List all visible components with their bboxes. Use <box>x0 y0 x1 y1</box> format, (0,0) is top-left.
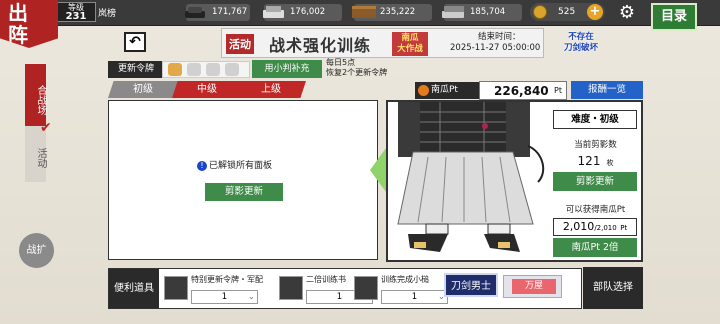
silhouette-update-button[interactable]: 剪影更新 <box>205 183 283 201</box>
token-icon <box>168 63 182 76</box>
token-slots <box>162 61 250 78</box>
item-name: 二倍训练书 <box>306 275 346 284</box>
pumpkin-pt-label: 南瓜Pt <box>415 82 479 99</box>
event-badge: 南瓜 大作战 <box>392 32 428 56</box>
gain-unit: Pt <box>620 224 628 232</box>
gain-label: 可以获得南瓜Pt <box>565 205 626 215</box>
item-name: 训练完成小槌 <box>381 275 429 284</box>
coin-icon <box>533 5 547 19</box>
item-qty: 1 <box>411 292 418 302</box>
event-banner: 活动 战术强化训练 南瓜 大作战 结束时间： 2025-11-27 05:00:0… <box>221 28 544 58</box>
mallet-icon <box>354 276 378 300</box>
menu-button[interactable]: 目录 <box>651 3 697 31</box>
sword-warriors-button[interactable]: 刀剑男士 <box>444 273 498 297</box>
shop-button[interactable]: 万屋 <box>503 275 562 298</box>
gain-value: 2,010 <box>562 220 595 233</box>
top-bar: 等级 231 岚榜 171,767 176,002 235,222 185,70… <box>0 0 720 26</box>
resource-value: 171,767 <box>212 7 248 17</box>
resource-coolant: 235,222 <box>352 4 432 21</box>
screen: 等级 231 岚榜 171,767 176,002 235,222 185,70… <box>0 0 720 324</box>
coin-counter: 525 + <box>530 3 605 21</box>
unlock-text: 已解锁所有面板 <box>209 161 273 171</box>
gear-icon[interactable]: ⚙ <box>617 3 637 23</box>
event-tag: 活动 <box>226 34 254 54</box>
item-qty: 1 <box>336 292 343 302</box>
arrow-left-icon <box>370 148 386 192</box>
item-qty: 1 <box>221 292 228 302</box>
whetstone-icon <box>442 6 464 18</box>
resource-charcoal: 171,767 <box>185 4 250 21</box>
silhouette-count-label: 当前剪影数 <box>574 140 617 150</box>
stage-panel: 难度・初级 当前剪影数 121 枚 剪影更新 可以获得南瓜Pt 2,010/2,0… <box>386 100 643 262</box>
silhouette-update-button-2[interactable]: 剪影更新 <box>553 172 637 191</box>
level-badge: 等级 231 <box>56 2 96 22</box>
resource-value: 176,002 <box>290 7 326 17</box>
fan-icon <box>164 276 188 300</box>
shop-label: 万屋 <box>512 279 556 294</box>
end-time-label: 结束时间： <box>478 32 521 42</box>
back-button[interactable]: ↶ <box>124 32 146 52</box>
resource-value: 235,222 <box>380 7 416 17</box>
player-name: 岚榜 <box>98 9 117 19</box>
coolant-icon <box>352 6 376 18</box>
level-value: 231 <box>65 11 87 22</box>
pumpkin-pt-unit: Pt <box>554 86 562 95</box>
charcoal-icon <box>185 7 205 18</box>
reward-list-button[interactable]: 报酬一览 <box>571 81 643 99</box>
item-special-token[interactable]: 特别更新令牌・军配 1 ⌄ <box>164 272 289 306</box>
silhouette-count: 121 枚 <box>550 154 641 168</box>
silhouette-count-value: 121 <box>577 154 601 168</box>
regen-line-2: 恢复2个更新令牌 <box>326 68 388 77</box>
extend-button[interactable]: 战扩 <box>19 233 54 268</box>
pumpkin-pt-text: 南瓜Pt <box>431 85 458 95</box>
quantity-stepper[interactable]: 1⌄ <box>191 290 258 304</box>
end-time: 2025-11-27 05:00:00 <box>450 43 541 53</box>
tab-advanced[interactable]: 上级 <box>236 81 306 98</box>
book-icon <box>279 276 303 300</box>
token-empty-icon <box>225 63 239 76</box>
resource-value: 185,704 <box>470 7 506 17</box>
add-coin-button[interactable]: + <box>587 4 603 20</box>
stage-stats: 难度・初级 当前剪影数 121 枚 剪影更新 可以获得南瓜Pt 2,010/2,0… <box>550 102 641 260</box>
coin-value: 525 <box>558 7 576 17</box>
pumpkin-pt-number: 226,840 <box>494 84 549 98</box>
logo-text: 出阵 <box>8 1 28 47</box>
token-regen-info: 每日5点 恢复2个更新令牌 <box>326 58 387 78</box>
pumpkin-icon <box>418 85 429 96</box>
no-break-notice: 不存在 刀剑破坏 <box>563 32 598 53</box>
tab-beginner[interactable]: 初级 <box>108 81 178 98</box>
event-title: 战术强化训练 <box>269 36 372 55</box>
silhouette-count-unit: 枚 <box>606 159 614 167</box>
check-icon: ✔ <box>40 120 52 136</box>
info-icon: ! <box>197 161 207 171</box>
token-label: 更新令牌 <box>108 61 164 78</box>
tab-intermediate[interactable]: 中级 <box>172 81 242 98</box>
gain-max: /2,010 <box>594 224 617 232</box>
pumpkin-double-button[interactable]: 南瓜Pt 2倍 <box>553 238 637 257</box>
difficulty-label: 难度・初级 <box>553 110 637 129</box>
use-koban-button[interactable]: 用小判补充 <box>252 60 322 78</box>
team-select-button[interactable]: 部队选择 <box>583 267 643 309</box>
token-empty-icon <box>187 63 201 76</box>
sword-warrior-figure <box>388 102 548 260</box>
steel-icon <box>263 6 284 18</box>
tab-battlefield[interactable]: 合战场 <box>25 64 46 128</box>
items-label: 便利道具 <box>109 269 159 308</box>
item-name: 特别更新令牌・军配 <box>191 275 263 284</box>
regen-line-1: 每日5点 <box>326 58 356 67</box>
stepper-down-icon[interactable]: ⌄ <box>248 291 255 303</box>
sortie-logo: 出阵 <box>0 0 58 48</box>
pumpkin-pt-value: 226,840 Pt <box>479 81 567 100</box>
gain-box: 2,010/2,010 Pt <box>553 218 637 236</box>
item-mallet[interactable]: 训练完成小槌 1 ⌄ <box>354 272 449 306</box>
quantity-stepper[interactable]: 1⌄ <box>381 290 448 304</box>
resource-whetstone: 185,704 <box>442 4 522 21</box>
back-arrow-icon: ↶ <box>129 34 141 50</box>
unlock-info: ! 已解锁所有面板 <box>197 158 272 171</box>
resource-steel: 176,002 <box>263 4 342 21</box>
silhouette-board: ! 已解锁所有面板 剪影更新 <box>108 100 378 260</box>
token-empty-icon <box>206 63 220 76</box>
